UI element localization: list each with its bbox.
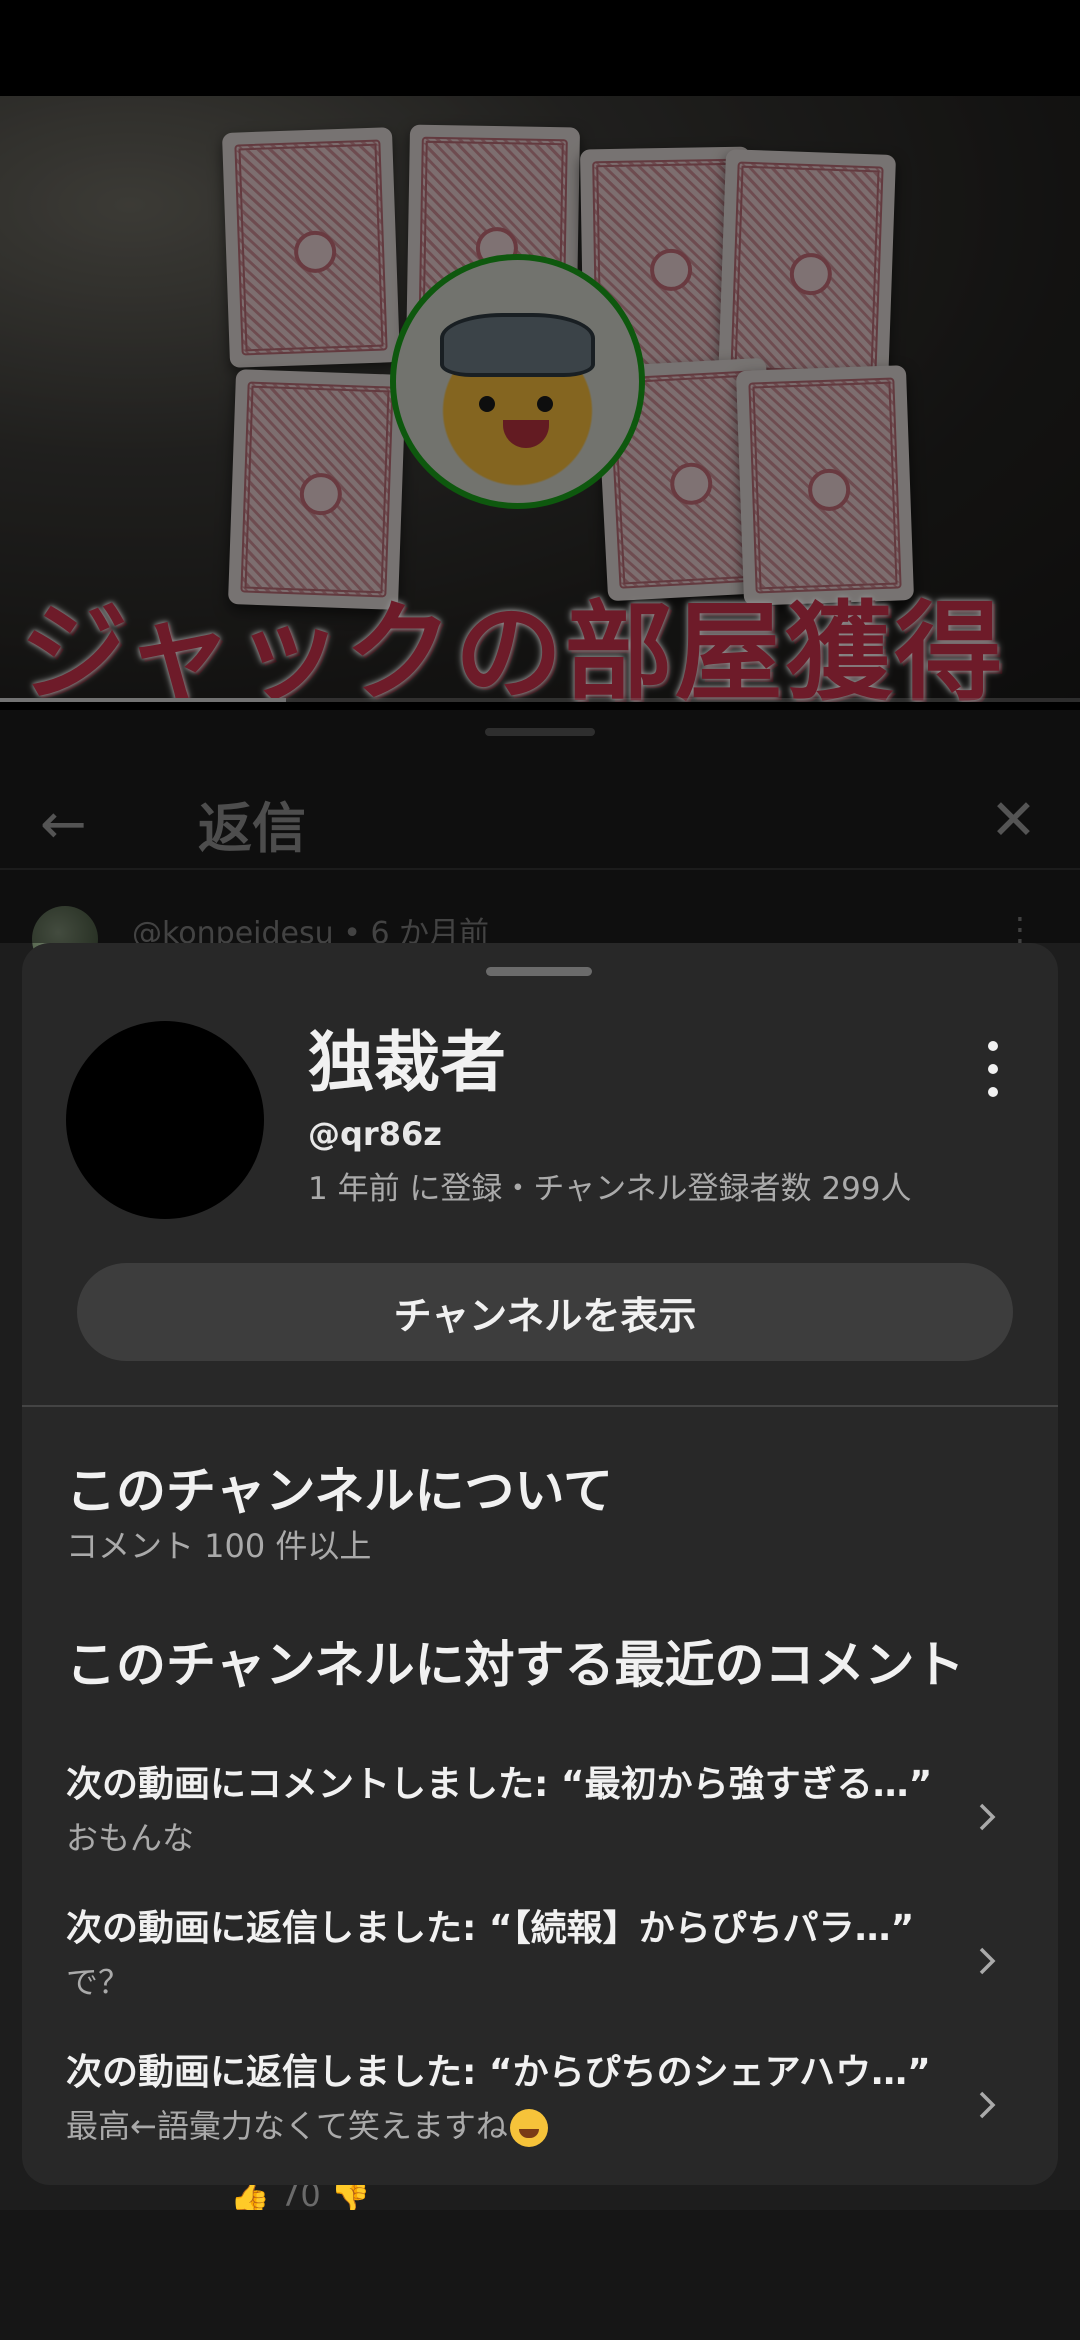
arrow-left-icon[interactable]: ← [40, 792, 87, 857]
channel-info-sheet: 独裁者 @qr86z 1 年前 に登録・チャンネル登録者数 299人 チャンネル… [22, 943, 1058, 2185]
recent-comment-body-wrap: 最高←語彙力なくて笑えますね [66, 2101, 548, 2147]
recent-comment-head: 次の動画に返信しました: “【続報】からぴちパラ…” [66, 1908, 915, 1949]
chevron-right-icon [979, 1803, 996, 1831]
drag-handle[interactable] [486, 967, 592, 976]
channel-avatar[interactable] [66, 1021, 264, 1219]
mascot-icon [390, 254, 645, 509]
video-progress-bar[interactable] [0, 698, 1080, 702]
recent-comments-title: このチャンネルに対する最近のコメント [66, 1636, 965, 1694]
recent-comment-head: 次の動画にコメントしました: “最初から強すぎる…” [66, 1764, 933, 1805]
recent-comment-item[interactable]: 次の動画に返信しました: “【続報】からぴちパラ…” で？ [22, 1899, 1058, 2029]
video-player[interactable]: ジャックの部屋獲得 [0, 96, 1080, 702]
drag-handle[interactable] [485, 728, 595, 736]
recent-comment-body: おもんな [66, 1819, 195, 1857]
status-bar [0, 0, 1080, 96]
chevron-right-icon [979, 2091, 996, 2119]
playing-card [717, 149, 897, 390]
recent-comment-body: で？ [66, 1963, 131, 2001]
recent-comment-head: 次の動画に返信しました: “からぴちのシェアハウ…” [66, 2052, 931, 2093]
grinning-sweat-emoji-icon [509, 2109, 548, 2147]
channel-meta: 1 年前 に登録・チャンネル登録者数 299人 [308, 1171, 912, 1207]
video-progress-fill [0, 698, 287, 702]
channel-handle: @qr86z [308, 1115, 442, 1153]
recent-comment-body: 最高←語彙力なくて笑えますね [66, 2107, 508, 2145]
channel-name: 独裁者 [308, 1024, 506, 1101]
view-channel-button[interactable]: チャンネルを表示 [77, 1263, 1013, 1361]
video-title-overlay: ジャックの部屋獲得 [20, 590, 1005, 702]
system-nav-bar [0, 2210, 1080, 2340]
playing-card [221, 127, 401, 368]
comment-count: コメント 100 件以上 [66, 1527, 372, 1565]
more-vert-icon[interactable] [974, 1039, 1014, 1099]
close-icon[interactable]: ✕ [990, 788, 1037, 853]
replies-title: 返信 [198, 797, 306, 860]
divider [22, 1405, 1058, 1407]
chevron-right-icon [979, 1947, 996, 1975]
recent-comment-item[interactable]: 次の動画に返信しました: “からぴちのシェアハウ…” 最高←語彙力なくて笑えます… [22, 2043, 1058, 2173]
replies-header: ← 返信 ✕ [0, 750, 1080, 870]
about-section-title: このチャンネルについて [66, 1462, 613, 1520]
recent-comment-item[interactable]: 次の動画にコメントしました: “最初から強すぎる…” おもんな [22, 1755, 1058, 1885]
